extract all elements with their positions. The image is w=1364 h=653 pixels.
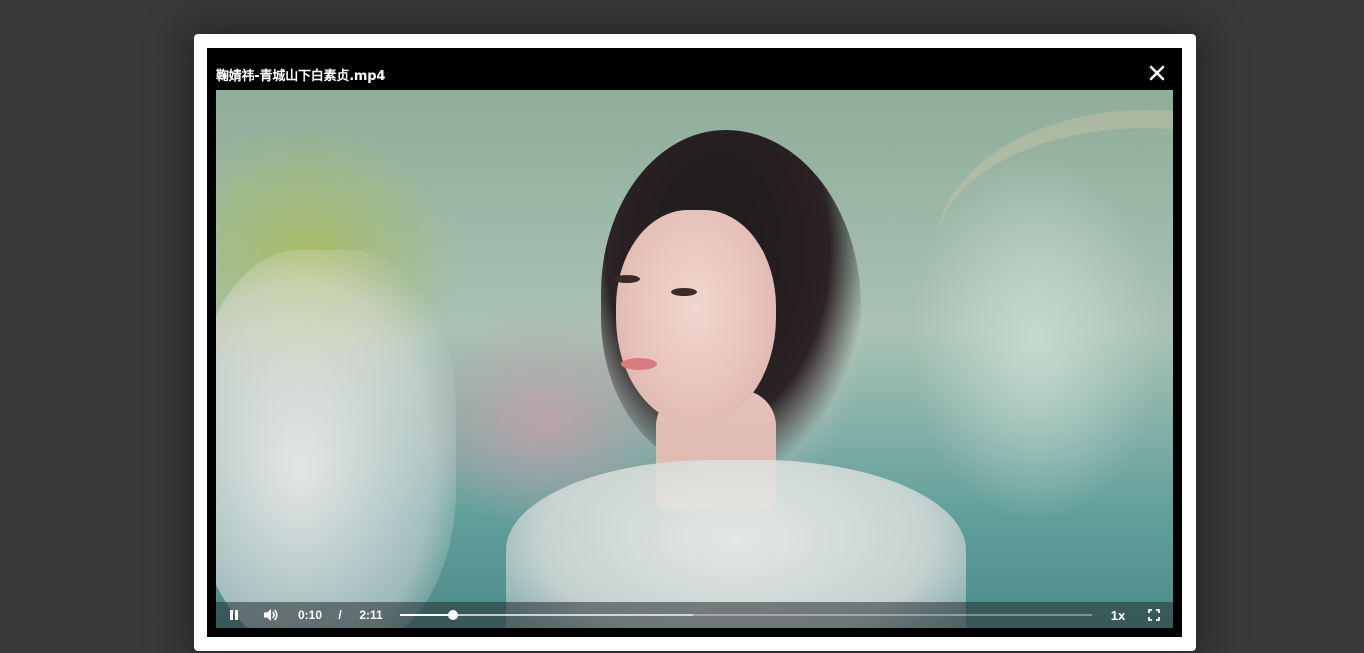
close-button[interactable] [1147, 63, 1167, 83]
scene-face [616, 210, 776, 425]
video-player: 鞠婧祎-青城山下白素贞.mp4 0:10 / 2:11 1x [207, 48, 1182, 637]
pause-button[interactable] [224, 602, 244, 628]
scene-veil [216, 250, 456, 628]
scene-eye-left [614, 275, 640, 283]
fullscreen-icon [1148, 609, 1160, 621]
control-bar: 0:10 / 2:11 1x [216, 602, 1173, 628]
scene-lips [621, 358, 657, 370]
scene-rainbow [936, 110, 1173, 388]
video-frame[interactable] [216, 90, 1173, 628]
close-icon [1149, 65, 1165, 81]
total-duration: 2:11 [359, 608, 383, 622]
progress-thumb[interactable] [447, 610, 458, 620]
progress-bar[interactable] [400, 610, 1092, 620]
fullscreen-button[interactable] [1144, 602, 1164, 628]
playback-speed-button[interactable]: 1x [1108, 602, 1128, 628]
video-title: 鞠婧祎-青城山下白素贞.mp4 [216, 69, 386, 84]
progress-played [400, 614, 453, 616]
pause-icon [230, 610, 238, 620]
time-separator: / [338, 608, 342, 622]
video-modal: 鞠婧祎-青城山下白素贞.mp4 0:10 / 2:11 1x [194, 34, 1196, 651]
player-title-bar: 鞠婧祎-青城山下白素贞.mp4 [216, 48, 1173, 90]
volume-button[interactable] [260, 602, 282, 628]
current-time: 0:10 [297, 608, 323, 622]
scene-eye-right [671, 288, 697, 296]
volume-icon [264, 609, 278, 621]
